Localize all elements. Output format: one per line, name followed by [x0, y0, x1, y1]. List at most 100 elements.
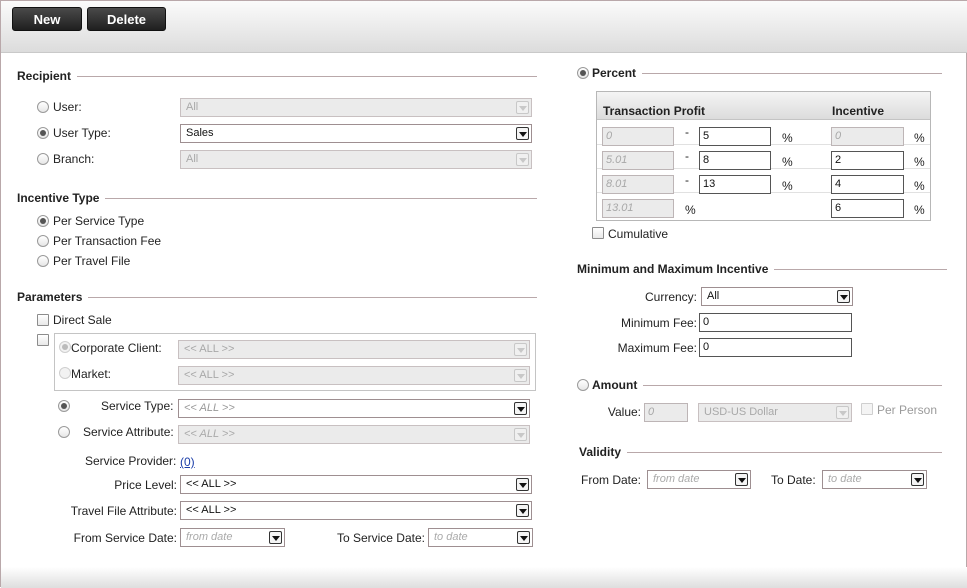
validity-section-title: Validity: [579, 445, 942, 459]
user-select[interactable]: All: [180, 98, 532, 117]
user-type-radio[interactable]: [37, 127, 49, 139]
chevron-down-icon: [516, 101, 529, 114]
percent-sign: %: [782, 131, 793, 145]
to-date-picker[interactable]: to date: [822, 470, 927, 489]
to-service-date-picker[interactable]: to date: [428, 528, 533, 547]
row4-incentive-input[interactable]: 6: [831, 199, 904, 218]
transaction-profit-header: Transaction Profit: [603, 104, 706, 118]
chevron-down-icon: [516, 504, 529, 517]
from-service-date-label: From Service Date:: [73, 531, 177, 545]
chevron-down-icon: [516, 153, 529, 166]
amount-value-input: 0: [644, 403, 688, 422]
maximum-fee-label: Maximum Fee:: [617, 341, 697, 355]
row3-incentive-input[interactable]: 4: [831, 175, 904, 194]
user-label: User:: [53, 100, 82, 114]
price-level-label: Price Level:: [114, 478, 177, 492]
cumulative-checkbox[interactable]: [592, 227, 604, 239]
row1-incentive-input: 0: [831, 127, 904, 146]
currency-label: Currency:: [644, 290, 697, 304]
delete-button[interactable]: Delete: [87, 7, 166, 31]
service-provider-link[interactable]: (0): [180, 455, 195, 469]
amount-radio[interactable]: [577, 379, 589, 391]
user-type-select[interactable]: Sales: [180, 124, 532, 143]
market-select[interactable]: << ALL >>: [178, 366, 530, 385]
travel-file-attribute-label: Travel File Attribute:: [70, 504, 177, 518]
row4-from-input: 13.01: [602, 199, 674, 218]
minimum-fee-label: Minimum Fee:: [620, 316, 697, 330]
row1-to-input[interactable]: 5: [699, 127, 771, 146]
service-attribute-label: Service Attribute:: [83, 425, 174, 439]
maximum-fee-input[interactable]: 0: [699, 338, 852, 357]
per-transaction-fee-label: Per Transaction Fee: [53, 234, 162, 248]
chevron-down-icon: [836, 406, 849, 419]
per-service-type-radio[interactable]: [37, 215, 49, 227]
service-type-select[interactable]: << ALL >>: [178, 399, 530, 418]
branch-label: Branch:: [53, 152, 95, 166]
service-attribute-select[interactable]: << ALL >>: [178, 425, 530, 444]
percent-sign: %: [914, 155, 925, 169]
percent-radio[interactable]: [577, 67, 589, 79]
direct-sale-label: Direct Sale: [53, 313, 112, 327]
market-radio[interactable]: [59, 367, 71, 379]
new-button[interactable]: New: [12, 7, 82, 31]
row3-to-input[interactable]: 13: [699, 175, 771, 194]
per-person-checkbox[interactable]: [861, 403, 873, 415]
row3-from-input: 8.01: [602, 175, 674, 194]
service-type-radio[interactable]: [58, 400, 70, 412]
percent-sign: %: [685, 203, 696, 217]
dash: -: [685, 125, 689, 139]
to-service-date-label: To Service Date:: [336, 531, 425, 545]
percent-sign: %: [914, 131, 925, 145]
price-level-select[interactable]: << ALL >>: [180, 475, 532, 494]
service-provider-label: Service Provider:: [85, 454, 177, 468]
row2-from-input: 5.01: [602, 151, 674, 170]
currency-select[interactable]: All: [701, 287, 853, 306]
chevron-down-icon: [735, 473, 748, 486]
chevron-down-icon: [269, 531, 282, 544]
dash: -: [685, 149, 689, 163]
branch-select[interactable]: All: [180, 150, 532, 169]
service-attribute-radio[interactable]: [58, 426, 70, 438]
chevron-down-icon: [911, 473, 924, 486]
incentive-type-section-title: Incentive Type: [17, 191, 537, 205]
chevron-down-icon: [837, 290, 850, 303]
per-travel-file-radio[interactable]: [37, 255, 49, 267]
dash: -: [685, 173, 689, 187]
amount-currency-select[interactable]: USD-US Dollar: [698, 403, 852, 422]
chevron-down-icon: [516, 478, 529, 491]
client-market-checkbox[interactable]: [37, 334, 49, 346]
service-type-label: Service Type:: [101, 399, 174, 413]
direct-sale-checkbox[interactable]: [37, 314, 49, 326]
chevron-down-icon: [514, 428, 527, 441]
percent-sign: %: [782, 155, 793, 169]
from-service-date-picker[interactable]: from date: [180, 528, 285, 547]
percent-sign: %: [782, 179, 793, 193]
bottom-bar: [1, 567, 967, 588]
amount-section-title: Amount: [592, 378, 942, 392]
per-transaction-fee-radio[interactable]: [37, 235, 49, 247]
user-radio[interactable]: [37, 101, 49, 113]
minimum-fee-input[interactable]: 0: [699, 313, 852, 332]
branch-radio[interactable]: [37, 153, 49, 165]
percent-sign: %: [914, 179, 925, 193]
corporate-client-label: Corporate Client:: [71, 341, 162, 355]
travel-file-attribute-select[interactable]: << ALL >>: [180, 501, 532, 520]
value-label: Value:: [607, 405, 641, 419]
parameters-section-title: Parameters: [17, 290, 537, 304]
chevron-down-icon: [514, 402, 527, 415]
market-label: Market:: [71, 367, 112, 381]
row2-to-input[interactable]: 8: [699, 151, 771, 170]
row1-from-input: 0: [602, 127, 674, 146]
chevron-down-icon: [516, 127, 529, 140]
per-person-label: Per Person: [877, 403, 938, 417]
cumulative-label: Cumulative: [608, 227, 669, 241]
row2-incentive-input[interactable]: 2: [831, 151, 904, 170]
from-date-picker[interactable]: from date: [647, 470, 751, 489]
corporate-client-select[interactable]: << ALL >>: [178, 340, 530, 359]
corporate-client-radio[interactable]: [59, 341, 71, 353]
per-service-type-label: Per Service Type: [53, 214, 145, 228]
chevron-down-icon: [517, 531, 530, 544]
from-date-label: From Date:: [581, 473, 642, 487]
chevron-down-icon: [514, 343, 527, 356]
chevron-down-icon: [514, 369, 527, 382]
